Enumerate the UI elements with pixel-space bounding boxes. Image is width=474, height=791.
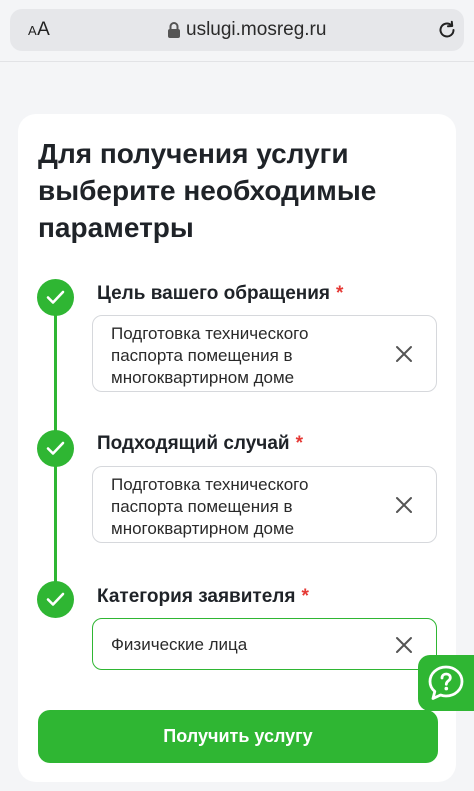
field-label-applicant-category: Категория заявителя * — [97, 586, 309, 607]
browser-toolbar: AA uslugi.mosreg.ru — [0, 0, 474, 62]
required-mark: * — [295, 433, 303, 454]
field-label-case: Подходящий случай * — [97, 433, 303, 454]
url-text: uslugi.mosreg.ru — [186, 19, 327, 40]
address-bar[interactable]: AA uslugi.mosreg.ru — [10, 9, 464, 51]
case-select-value: Подготовка технического паспорта помещен… — [111, 475, 309, 538]
applicant-category-select[interactable]: Физические лица — [92, 618, 437, 670]
step-3-check-icon — [37, 581, 74, 618]
step-2-check-icon — [37, 430, 74, 467]
purpose-select-value: Подготовка технического паспорта помещен… — [111, 324, 309, 387]
applicant-category-value: Физические лица — [111, 635, 248, 654]
chat-question-icon[interactable] — [418, 655, 474, 711]
reload-icon[interactable] — [436, 19, 458, 41]
case-select[interactable]: Подготовка технического паспорта помещен… — [92, 466, 437, 543]
clear-icon[interactable] — [394, 495, 414, 515]
required-mark: * — [336, 283, 344, 304]
get-service-button[interactable]: Получить услугу — [38, 710, 438, 763]
clear-icon[interactable] — [394, 344, 414, 364]
page-title: Для получения услуги выберите необходимы… — [38, 138, 377, 243]
field-label-purpose: Цель вашего обращения * — [97, 283, 344, 304]
step-1-check-icon — [37, 279, 74, 316]
clear-icon[interactable] — [394, 635, 414, 655]
text-size-button[interactable]: AA — [28, 19, 50, 41]
purpose-select[interactable]: Подготовка технического паспорта помещен… — [92, 315, 437, 392]
lock-icon — [168, 22, 180, 38]
required-mark: * — [301, 586, 309, 607]
